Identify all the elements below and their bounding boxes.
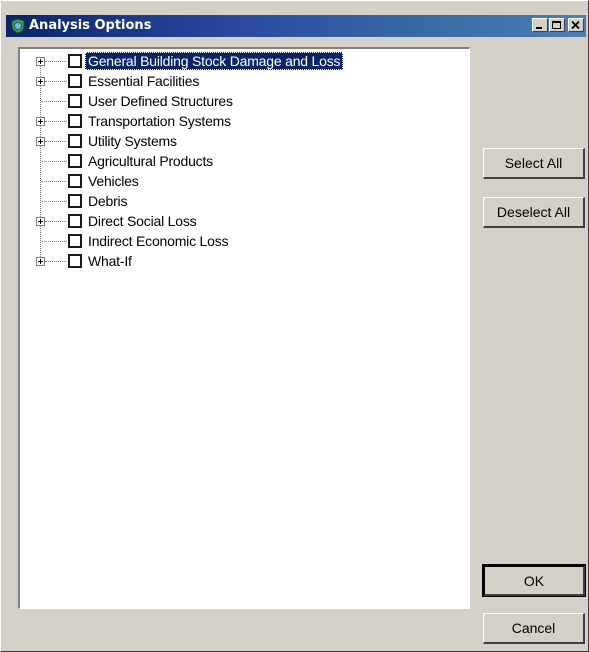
tree-item-label[interactable]: User Defined Structures bbox=[85, 92, 236, 110]
close-button[interactable] bbox=[568, 18, 584, 32]
expand-plus-icon[interactable] bbox=[36, 77, 45, 86]
tree-item-vehicles[interactable]: Vehicles bbox=[20, 171, 460, 191]
minimize-icon bbox=[536, 27, 542, 29]
tree-branch-line bbox=[41, 101, 67, 102]
tree-branch-line bbox=[41, 181, 67, 182]
tree-branch-line bbox=[41, 161, 67, 162]
tree-item-direct-social-loss[interactable]: Direct Social Loss bbox=[20, 211, 460, 231]
tree-item-label[interactable]: Utility Systems bbox=[85, 132, 180, 150]
tree-branch-line bbox=[45, 61, 67, 62]
tree-branch-line bbox=[45, 121, 67, 122]
tree-item-label[interactable]: Agricultural Products bbox=[85, 152, 216, 170]
checkbox-essential-facilities[interactable] bbox=[68, 74, 82, 88]
analysis-options-dialog: Analysis Options General Building Stock … bbox=[0, 0, 589, 652]
expand-plus-icon[interactable] bbox=[36, 257, 45, 266]
tree-item-what-if[interactable]: What-If bbox=[20, 251, 460, 271]
tree-item-agricultural-products[interactable]: Agricultural Products bbox=[20, 151, 460, 171]
tree-branch-line bbox=[41, 201, 67, 202]
tree-item-label[interactable]: Indirect Economic Loss bbox=[85, 232, 231, 250]
close-icon bbox=[571, 21, 580, 30]
tree-item-indirect-economic-loss[interactable]: Indirect Economic Loss bbox=[20, 231, 460, 251]
tree-branch-line bbox=[41, 241, 67, 242]
deselect-all-label: Deselect All bbox=[496, 204, 571, 220]
tree-branch-line bbox=[45, 141, 67, 142]
checkbox-direct-social-loss[interactable] bbox=[68, 214, 82, 228]
analysis-tree[interactable]: General Building Stock Damage and Loss E… bbox=[18, 47, 470, 609]
maximize-button[interactable] bbox=[549, 18, 565, 32]
tree-branch-line bbox=[45, 221, 67, 222]
tree-item-label[interactable]: Vehicles bbox=[85, 172, 142, 190]
checkbox-vehicles[interactable] bbox=[68, 174, 82, 188]
minimize-button[interactable] bbox=[532, 18, 548, 32]
expand-plus-icon[interactable] bbox=[36, 137, 45, 146]
tree-item-transportation-systems[interactable]: Transportation Systems bbox=[20, 111, 460, 131]
select-all-button[interactable]: Select All bbox=[483, 148, 585, 179]
checkbox-what-if[interactable] bbox=[68, 254, 82, 268]
tree-branch-line bbox=[45, 261, 67, 262]
checkbox-user-defined-structures[interactable] bbox=[68, 94, 82, 108]
expand-plus-icon[interactable] bbox=[36, 217, 45, 226]
checkbox-utility-systems[interactable] bbox=[68, 134, 82, 148]
select-all-label: Select All bbox=[504, 155, 563, 171]
cancel-button[interactable]: Cancel bbox=[483, 613, 585, 644]
maximize-icon bbox=[552, 21, 561, 29]
app-icon bbox=[10, 18, 26, 34]
checkbox-agricultural-products[interactable] bbox=[68, 154, 82, 168]
ok-button[interactable]: OK bbox=[482, 564, 586, 597]
title-bar[interactable]: Analysis Options bbox=[6, 15, 586, 37]
window-title: Analysis Options bbox=[29, 18, 152, 33]
checkbox-transportation-systems[interactable] bbox=[68, 114, 82, 128]
cancel-label: Cancel bbox=[511, 620, 556, 636]
tree-item-general-building-stock[interactable]: General Building Stock Damage and Loss bbox=[20, 51, 460, 71]
tree-item-user-defined-structures[interactable]: User Defined Structures bbox=[20, 91, 460, 111]
tree-item-label[interactable]: Transportation Systems bbox=[85, 112, 234, 130]
expand-plus-icon[interactable] bbox=[36, 117, 45, 126]
deselect-all-button[interactable]: Deselect All bbox=[483, 197, 585, 228]
tree-item-label[interactable]: Direct Social Loss bbox=[85, 212, 199, 230]
tree-item-debris[interactable]: Debris bbox=[20, 191, 460, 211]
checkbox-indirect-economic-loss[interactable] bbox=[68, 234, 82, 248]
tree-item-label[interactable]: General Building Stock Damage and Loss bbox=[85, 52, 344, 70]
tree-item-label[interactable]: What-If bbox=[85, 252, 135, 270]
tree-branch-line bbox=[45, 81, 67, 82]
tree-item-label[interactable]: Essential Facilities bbox=[85, 72, 202, 90]
checkbox-debris[interactable] bbox=[68, 194, 82, 208]
tree-item-essential-facilities[interactable]: Essential Facilities bbox=[20, 71, 460, 91]
expand-plus-icon[interactable] bbox=[36, 57, 45, 66]
tree-item-utility-systems[interactable]: Utility Systems bbox=[20, 131, 460, 151]
tree-item-label[interactable]: Debris bbox=[85, 192, 130, 210]
ok-label: OK bbox=[523, 573, 545, 589]
checkbox-general-building-stock[interactable] bbox=[68, 54, 82, 68]
